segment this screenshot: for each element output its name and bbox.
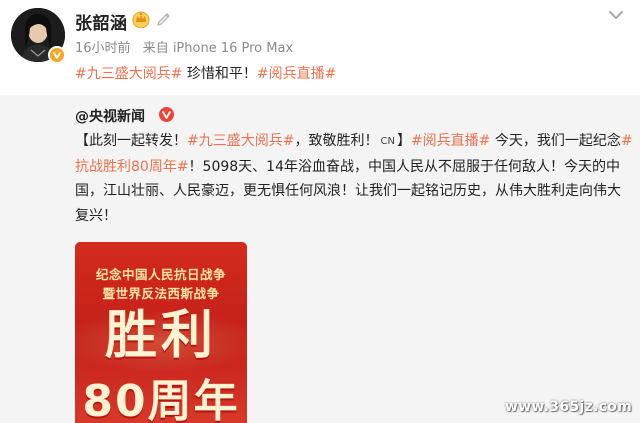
post-header: 张韶涵 16小时前 来自 iPhone 16 Pro Max #九三盛大阅兵# … — [0, 0, 640, 95]
chevron-down-icon[interactable] — [606, 8, 626, 22]
verified-icon — [159, 107, 174, 122]
poster-image[interactable]: 纪念中国人民抗日战争 暨世界反法西斯战争 胜利 80周年 — [75, 242, 247, 423]
user-name[interactable]: 张韶涵 — [75, 9, 128, 34]
verified-icon — [48, 46, 66, 64]
repost-card[interactable]: @央视新闻 【此刻一起转发！#九三盛大阅兵#，致敬胜利！ CN 】#阅兵直播# 今天… — [0, 95, 640, 423]
poster-subheadline: 80周年 — [82, 376, 240, 423]
crown-icon[interactable] — [131, 10, 151, 28]
cn-icon: CN — [380, 136, 395, 147]
repost-text: 【此刻一起转发！ — [75, 133, 187, 149]
avatar[interactable] — [11, 8, 66, 64]
post-text: #九三盛大阅兵# 珍惜和平！#阅兵直播# — [75, 63, 336, 83]
repost-text: ，致敬胜利！ — [294, 133, 379, 149]
post-meta: 16小时前 来自 iPhone 16 Pro Max — [75, 37, 301, 56]
topic-link[interactable]: #阅兵直播# — [411, 133, 490, 149]
post-time: 16小时前 — [75, 41, 131, 56]
poster-headline: 胜利 — [104, 306, 217, 366]
repost-text: 今天，我们一起纪念 — [490, 133, 621, 149]
poster-title-line2: 暨世界反法西斯战争 — [102, 286, 220, 301]
repost-body: 【此刻一起转发！#九三盛大阅兵#，致敬胜利！ CN 】#阅兵直播# 今天，我们一起纪… — [75, 129, 633, 228]
topic-link[interactable]: #九三盛大阅兵# — [75, 66, 182, 82]
repost-text: 】 — [396, 133, 411, 149]
poster-title-line1: 纪念中国人民抗日战争 — [95, 267, 226, 282]
repost-author[interactable]: @央视新闻 — [75, 106, 145, 126]
watermark: www.365jz.com — [504, 399, 632, 415]
topic-link[interactable]: #阅兵直播# — [257, 66, 336, 82]
post-source: 来自 iPhone 16 Pro Max — [142, 41, 294, 56]
topic-link[interactable]: #九三盛大阅兵# — [187, 133, 294, 149]
post-text-middle: 珍惜和平！ — [182, 66, 257, 82]
vip-icon[interactable] — [156, 11, 172, 27]
